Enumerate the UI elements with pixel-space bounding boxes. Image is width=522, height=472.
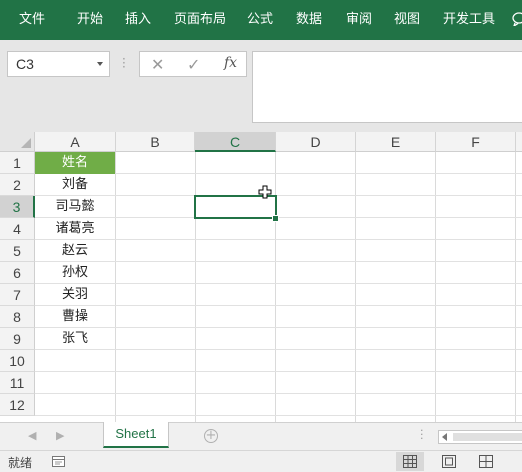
cell-a8[interactable]: 曹操 [35, 306, 115, 328]
row-header-2[interactable]: 2 [0, 174, 35, 196]
scroll-left-icon[interactable] [442, 433, 447, 441]
tab-file[interactable]: 文件 [19, 0, 45, 40]
column-header-b[interactable]: B [116, 132, 195, 152]
page-layout-view-button[interactable] [435, 452, 463, 471]
formula-buttons: ✕ ✓ fx [139, 51, 247, 77]
formula-input[interactable] [252, 51, 522, 123]
cell-a9[interactable]: 张飞 [35, 328, 115, 350]
normal-view-button[interactable] [396, 452, 424, 471]
row-header-7[interactable]: 7 [0, 284, 35, 306]
page-break-preview-button[interactable] [472, 452, 500, 471]
cell-a1[interactable]: 姓名 [35, 152, 115, 174]
cancel-icon[interactable]: ✕ [151, 55, 164, 74]
row-header-9[interactable]: 9 [0, 328, 35, 350]
gridline [275, 152, 276, 422]
tab-home[interactable]: 开始 [77, 0, 103, 40]
macro-record-icon[interactable] [52, 456, 65, 467]
cell-a7[interactable]: 关羽 [35, 284, 115, 306]
gridline [35, 371, 522, 372]
tab-page-layout[interactable]: 页面布局 [174, 0, 226, 40]
tab-review[interactable]: 审阅 [346, 0, 372, 40]
prev-sheet-icon[interactable]: ◀ [28, 429, 36, 442]
page-layout-view-icon [442, 455, 456, 468]
column-header-a[interactable]: A [35, 132, 116, 152]
tell-me-icon[interactable] [512, 12, 522, 28]
chevron-down-icon[interactable] [97, 62, 103, 66]
scrollbar-thumb[interactable] [453, 433, 522, 441]
gridline [435, 152, 436, 422]
cell-select-cross-cursor-icon [258, 185, 272, 199]
gridline [355, 152, 356, 422]
status-bar: 就绪 [0, 450, 522, 472]
column-header-e[interactable]: E [356, 132, 436, 152]
gridline [115, 152, 116, 422]
row-header-5[interactable]: 5 [0, 240, 35, 262]
name-box[interactable]: C3 [7, 51, 110, 77]
gridline [515, 152, 516, 422]
gridline [35, 393, 522, 394]
cell-a5[interactable]: 赵云 [35, 240, 115, 262]
horizontal-scrollbar[interactable] [438, 430, 522, 444]
normal-view-icon [403, 455, 417, 468]
tab-developer[interactable]: 开发工具 [443, 0, 495, 40]
row-header-1[interactable]: 1 [0, 152, 35, 174]
next-sheet-icon[interactable]: ▶ [56, 429, 64, 442]
name-box-value: C3 [16, 56, 34, 72]
gridline [35, 415, 522, 416]
add-sheet-icon[interactable]: + [204, 429, 218, 443]
tab-data[interactable]: 数据 [296, 0, 322, 40]
row-header-10[interactable]: 10 [0, 350, 35, 372]
row-header-3[interactable]: 3 [0, 196, 35, 218]
tab-insert[interactable]: 插入 [125, 0, 151, 40]
select-all-corner[interactable] [0, 132, 35, 152]
tab-split-handle-icon[interactable]: · · · [420, 425, 424, 444]
enter-icon[interactable]: ✓ [187, 55, 200, 74]
cell-a6[interactable]: 孙权 [35, 262, 115, 284]
cell-a4[interactable]: 诸葛亮 [35, 218, 115, 240]
sheet-tab-sheet1[interactable]: Sheet1 [103, 422, 169, 448]
fill-handle[interactable] [272, 215, 279, 222]
sheet-tabs-bar: ◀ ▶ Sheet1 + · · · [0, 422, 522, 450]
ribbon-tab-bar: 文件 开始 插入 页面布局 公式 数据 审阅 视图 开发工具 [0, 0, 522, 40]
page-break-preview-icon [479, 455, 493, 468]
row-header-6[interactable]: 6 [0, 262, 35, 284]
row-header-8[interactable]: 8 [0, 306, 35, 328]
column-header-d[interactable]: D [276, 132, 356, 152]
row-header-4[interactable]: 4 [0, 218, 35, 240]
row-header-11[interactable]: 11 [0, 372, 35, 394]
tab-view[interactable]: 视图 [394, 0, 420, 40]
cell-a3[interactable]: 司马懿 [35, 196, 115, 218]
column-header-c[interactable]: C [195, 132, 276, 152]
status-ready: 就绪 [8, 456, 33, 470]
drag-handle-icon[interactable]: · · · [122, 53, 126, 73]
select-all-icon [21, 138, 31, 148]
gridline [195, 152, 196, 422]
insert-function-button[interactable]: fx [224, 55, 237, 71]
column-header-f[interactable]: F [436, 132, 516, 152]
cell-a2[interactable]: 刘备 [35, 174, 115, 196]
worksheet-grid[interactable]: A B C D E F 1 2 3 4 5 6 7 8 9 10 11 12 姓… [0, 132, 522, 422]
column-header-g[interactable] [516, 132, 522, 152]
row-header-12[interactable]: 12 [0, 394, 35, 416]
tab-formulas[interactable]: 公式 [247, 0, 273, 40]
